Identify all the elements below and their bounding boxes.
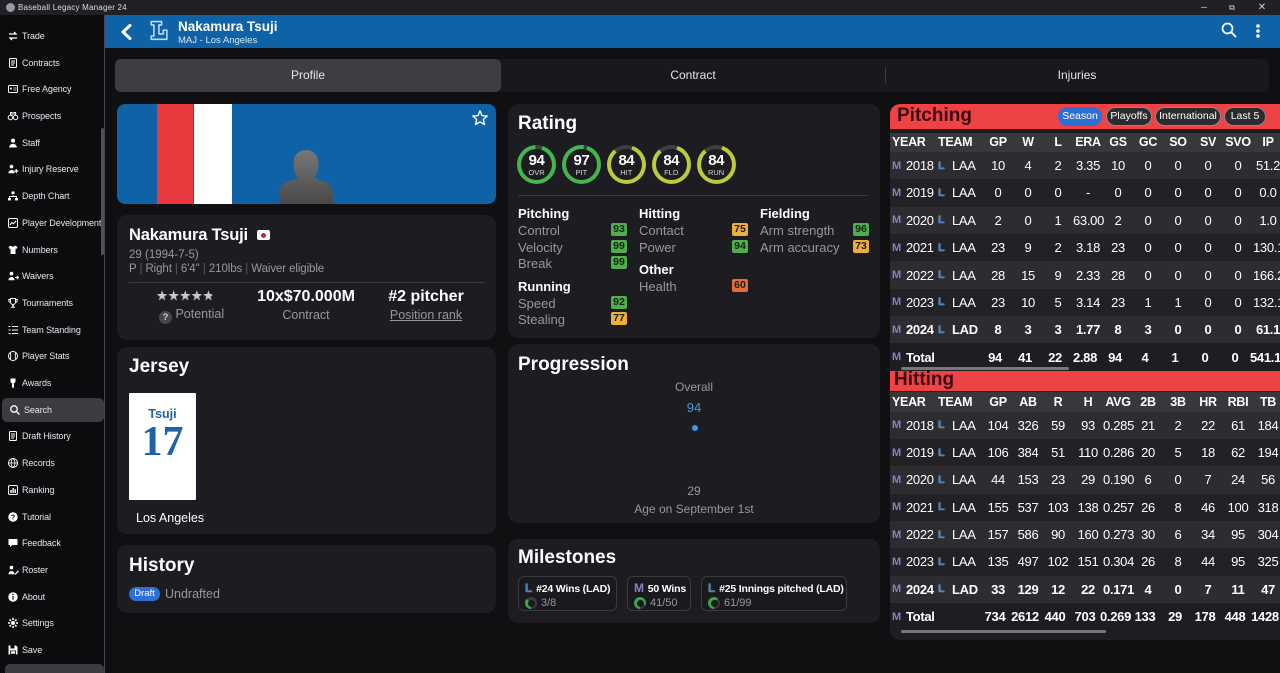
svg-text:?: ? — [11, 512, 16, 521]
